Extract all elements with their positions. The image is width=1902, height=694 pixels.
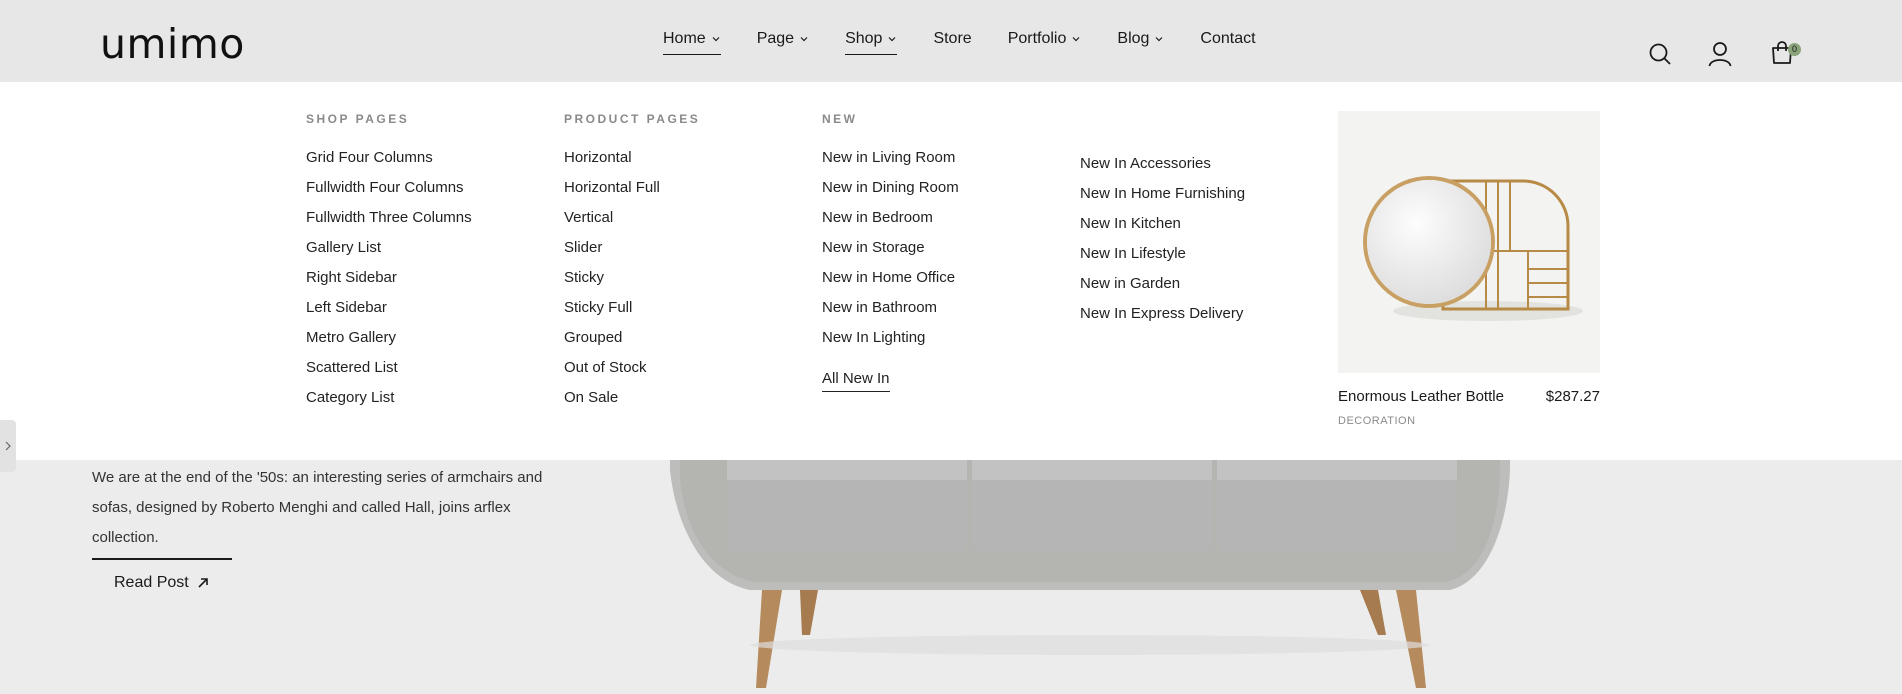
user-icon[interactable] bbox=[1708, 41, 1732, 67]
nav-contact[interactable]: Contact bbox=[1200, 30, 1255, 55]
chevron-down-icon bbox=[1155, 37, 1163, 42]
nav-home[interactable]: Home bbox=[663, 30, 721, 55]
menu-link[interactable]: New in Garden bbox=[1080, 275, 1245, 305]
new-column: NEW New in Living Room New in Dining Roo… bbox=[822, 112, 959, 392]
menu-link[interactable]: New in Bathroom bbox=[822, 300, 959, 330]
menu-link[interactable]: Gallery List bbox=[306, 240, 472, 270]
side-panel-toggle[interactable] bbox=[0, 420, 16, 472]
menu-link[interactable]: Slider bbox=[564, 240, 700, 270]
site-header: umimo Home Page Shop Store Portfolio Blo… bbox=[0, 0, 1902, 82]
product-image[interactable] bbox=[1338, 111, 1600, 373]
column-title: NEW bbox=[822, 112, 858, 126]
menu-link[interactable]: Metro Gallery bbox=[306, 330, 472, 360]
read-post-label: Read Post bbox=[114, 574, 189, 591]
shop-pages-column: SHOP PAGES Grid Four Columns Fullwidth F… bbox=[306, 112, 472, 420]
menu-link[interactable]: Scattered List bbox=[306, 360, 472, 390]
menu-link[interactable]: Sticky Full bbox=[564, 300, 700, 330]
mirror-shelf-illustration bbox=[1338, 111, 1600, 373]
nav-contact-label: Contact bbox=[1200, 30, 1256, 47]
menu-link[interactable]: New In Home Furnishing bbox=[1080, 185, 1245, 215]
logo[interactable]: umimo bbox=[100, 24, 245, 65]
menu-link[interactable]: Right Sidebar bbox=[306, 270, 472, 300]
menu-link[interactable]: New in Bedroom bbox=[822, 210, 959, 240]
new-more-column: New In Accessories New In Home Furnishin… bbox=[1080, 155, 1245, 335]
menu-link[interactable]: New in Storage bbox=[822, 240, 959, 270]
menu-link[interactable]: Out of Stock bbox=[564, 360, 700, 390]
nav-portfolio-label: Portfolio bbox=[1007, 30, 1067, 47]
nav-page-label: Page bbox=[756, 30, 795, 47]
chevron-down-icon bbox=[800, 37, 808, 42]
search-icon[interactable] bbox=[1648, 42, 1672, 66]
menu-link[interactable]: Sticky bbox=[564, 270, 700, 300]
menu-link[interactable]: Grouped bbox=[564, 330, 700, 360]
column-title: PRODUCT PAGES bbox=[564, 112, 701, 126]
nav-store[interactable]: Store bbox=[933, 30, 971, 55]
cart-count-badge: 0 bbox=[1788, 43, 1801, 56]
nav-shop[interactable]: Shop bbox=[845, 30, 898, 55]
column-title: SHOP PAGES bbox=[306, 112, 410, 126]
arrow-up-right-icon bbox=[198, 578, 208, 588]
menu-link[interactable]: New in Dining Room bbox=[822, 180, 959, 210]
main-nav: Home Page Shop Store Portfolio Blog Cont… bbox=[663, 30, 1292, 55]
nav-page[interactable]: Page bbox=[757, 30, 809, 55]
menu-link[interactable]: Grid Four Columns bbox=[306, 150, 472, 180]
menu-link[interactable]: New in Home Office bbox=[822, 270, 959, 300]
menu-link[interactable]: New In Kitchen bbox=[1080, 215, 1245, 245]
menu-link[interactable]: Horizontal Full bbox=[564, 180, 700, 210]
product-price: $287.27 bbox=[1545, 388, 1600, 405]
sofa-hero-image bbox=[670, 460, 1510, 688]
nav-blog-label: Blog bbox=[1117, 30, 1150, 47]
chevron-down-icon bbox=[1072, 37, 1080, 42]
menu-link[interactable]: New In Express Delivery bbox=[1080, 305, 1245, 335]
read-post-button[interactable]: Read Post bbox=[92, 558, 232, 592]
chevron-right-icon bbox=[5, 441, 11, 451]
featured-product-card[interactable]: Enormous Leather Bottle $287.27 DECORATI… bbox=[1338, 111, 1600, 427]
menu-link[interactable]: On Sale bbox=[564, 390, 700, 420]
nav-home-label: Home bbox=[663, 30, 706, 47]
menu-link[interactable]: New in Living Room bbox=[822, 150, 959, 180]
menu-link[interactable]: Fullwidth Four Columns bbox=[306, 180, 472, 210]
nav-blog[interactable]: Blog bbox=[1117, 30, 1164, 55]
product-category[interactable]: DECORATION bbox=[1338, 415, 1416, 427]
menu-link[interactable]: Category List bbox=[306, 390, 472, 420]
menu-link[interactable]: Left Sidebar bbox=[306, 300, 472, 330]
shop-mega-menu: SHOP PAGES Grid Four Columns Fullwidth F… bbox=[0, 82, 1902, 460]
all-new-in-link[interactable]: All New In bbox=[822, 370, 890, 392]
menu-link[interactable]: New In Accessories bbox=[1080, 155, 1245, 185]
menu-link[interactable]: Horizontal bbox=[564, 150, 700, 180]
nav-store-label: Store bbox=[933, 30, 972, 47]
menu-link[interactable]: New In Lifestyle bbox=[1080, 245, 1245, 275]
menu-link[interactable]: Fullwidth Three Columns bbox=[306, 210, 472, 240]
chevron-down-icon bbox=[889, 37, 896, 42]
chevron-down-icon bbox=[712, 37, 720, 42]
product-name[interactable]: Enormous Leather Bottle bbox=[1338, 388, 1504, 405]
hero-description: We are at the end of the '50s: an intere… bbox=[92, 469, 543, 546]
menu-link[interactable]: Vertical bbox=[564, 210, 700, 240]
menu-link[interactable]: New In Lighting bbox=[822, 330, 959, 360]
product-pages-column: PRODUCT PAGES Horizontal Horizontal Full… bbox=[564, 112, 700, 420]
nav-shop-label: Shop bbox=[845, 30, 883, 47]
nav-portfolio[interactable]: Portfolio bbox=[1008, 30, 1082, 55]
